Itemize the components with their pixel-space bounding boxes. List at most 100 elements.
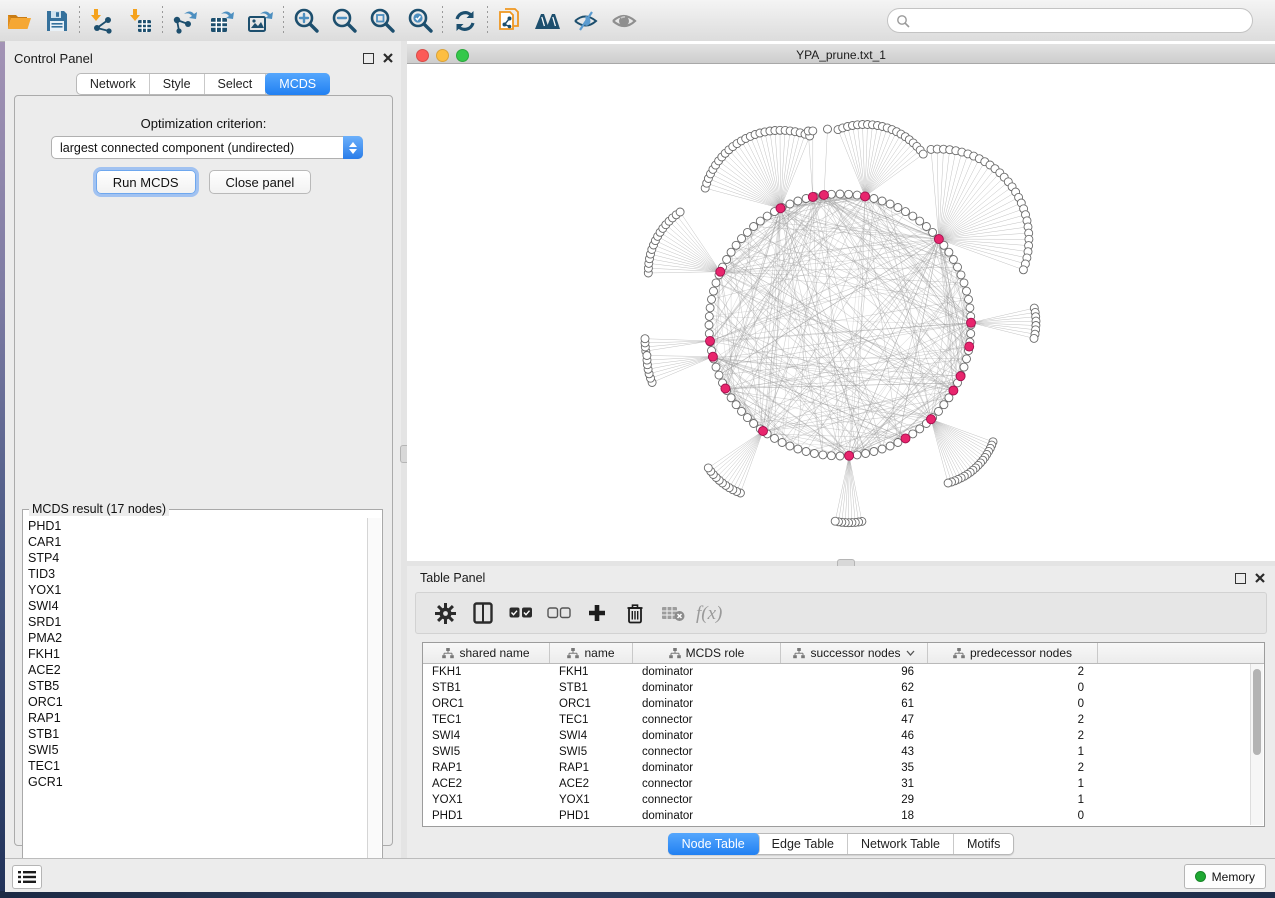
open-folder-icon xyxy=(6,9,33,33)
mcds-result-item[interactable]: ACE2 xyxy=(24,662,368,678)
column-header-shared-name[interactable]: shared name xyxy=(423,643,550,663)
select-all-button[interactable] xyxy=(504,596,538,630)
deselect-all-button[interactable] xyxy=(542,596,576,630)
memory-button[interactable]: Memory xyxy=(1184,864,1266,889)
table-row-ACE2[interactable]: ACE2ACE2connector311 xyxy=(423,776,1264,792)
table-settings-button[interactable] xyxy=(428,596,462,630)
save-session-button[interactable] xyxy=(38,4,76,38)
mcds-result-item[interactable]: ORC1 xyxy=(24,694,368,710)
import-network-button[interactable] xyxy=(83,4,121,38)
mcds-result-item[interactable]: CAR1 xyxy=(24,534,368,550)
export-network-button[interactable] xyxy=(166,4,204,38)
cell: connector xyxy=(633,776,781,792)
tab-network-table[interactable]: Network Table xyxy=(848,834,954,854)
memory-status-icon xyxy=(1195,871,1206,882)
zoom-out-button[interactable] xyxy=(325,4,363,38)
find-button[interactable] xyxy=(529,4,567,38)
scrollbar-thumb[interactable] xyxy=(1253,669,1261,755)
zoom-in-button[interactable] xyxy=(287,4,325,38)
mcds-result-item[interactable]: TID3 xyxy=(24,566,368,582)
float-panel-icon[interactable] xyxy=(363,53,374,64)
add-column-button[interactable] xyxy=(580,596,614,630)
zoom-selected-button[interactable] xyxy=(401,4,439,38)
tab-edge-table[interactable]: Edge Table xyxy=(759,834,848,854)
mcds-result-item[interactable]: GCR1 xyxy=(24,774,368,790)
cell: 2 xyxy=(928,664,1098,680)
table-delete-icon xyxy=(661,605,685,622)
open-file-button[interactable] xyxy=(0,4,38,38)
cell: FKH1 xyxy=(423,664,550,680)
table-row-TEC1[interactable]: TEC1TEC1connector472 xyxy=(423,712,1264,728)
mcds-result-scrollbar[interactable] xyxy=(367,518,381,879)
table-row-YOX1[interactable]: YOX1YOX1connector291 xyxy=(423,792,1264,808)
table-row-SWI4[interactable]: SWI4SWI4dominator462 xyxy=(423,728,1264,744)
column-header-predecessor-nodes[interactable]: predecessor nodes xyxy=(928,643,1098,663)
cell: PHD1 xyxy=(550,808,633,824)
column-header-name[interactable]: name xyxy=(550,643,633,663)
mcds-result-item[interactable]: SRD1 xyxy=(24,614,368,630)
float-panel-icon[interactable] xyxy=(1235,573,1246,584)
hide-panels-button[interactable] xyxy=(567,4,605,38)
table-row-SWI5[interactable]: SWI5SWI5connector431 xyxy=(423,744,1264,760)
export-table-button[interactable] xyxy=(204,4,242,38)
zoom-fit-button[interactable] xyxy=(363,4,401,38)
tab-node-table[interactable]: Node Table xyxy=(668,833,760,855)
mcds-result-item[interactable]: STB5 xyxy=(24,678,368,694)
table-row-PHD1[interactable]: PHD1PHD1dominator180 xyxy=(423,808,1264,824)
close-panel-icon[interactable] xyxy=(1255,573,1265,583)
floppy-disk-icon xyxy=(45,9,69,33)
close-panel-button[interactable]: Close panel xyxy=(209,170,312,194)
tab-network[interactable]: Network xyxy=(77,74,150,94)
table-scrollbar[interactable] xyxy=(1250,664,1263,825)
table-row-ORC1[interactable]: ORC1ORC1dominator610 xyxy=(423,696,1264,712)
cell: STB1 xyxy=(550,680,633,696)
tab-select[interactable]: Select xyxy=(205,74,267,94)
network-window-titlebar[interactable]: YPA_prune.txt_1 xyxy=(407,44,1275,64)
task-history-button[interactable] xyxy=(12,865,42,889)
table-row-FKH1[interactable]: FKH1FKH1dominator962 xyxy=(423,664,1264,680)
column-label: successor nodes xyxy=(810,646,900,660)
tab-style[interactable]: Style xyxy=(150,74,205,94)
toolbar-separator xyxy=(162,6,163,36)
svg-text:f(x): f(x) xyxy=(696,603,722,624)
mcds-result-item[interactable]: YOX1 xyxy=(24,582,368,598)
cell: 35 xyxy=(781,760,928,776)
toggle-columns-button[interactable] xyxy=(466,596,500,630)
mcds-result-item[interactable]: SWI4 xyxy=(24,598,368,614)
mcds-result-item[interactable]: FKH1 xyxy=(24,646,368,662)
tab-motifs[interactable]: Motifs xyxy=(954,834,1013,854)
delete-column-button[interactable] xyxy=(618,596,652,630)
cell: connector xyxy=(633,744,781,760)
mcds-result-item[interactable]: PHD1 xyxy=(24,518,368,534)
tab-mcds[interactable]: MCDS xyxy=(265,73,330,95)
table-row-STB1[interactable]: STB1STB1dominator620 xyxy=(423,680,1264,696)
export-table-icon xyxy=(209,8,237,34)
close-panel-icon[interactable] xyxy=(383,53,393,63)
import-table-button[interactable] xyxy=(121,4,159,38)
mcds-result-item[interactable]: STB1 xyxy=(24,726,368,742)
function-builder-button[interactable]: f(x) xyxy=(694,596,728,630)
optimization-criterion-select[interactable]: largest connected component (undirected) xyxy=(51,136,363,159)
mcds-result-item[interactable]: TEC1 xyxy=(24,758,368,774)
table-row-RAP1[interactable]: RAP1RAP1dominator352 xyxy=(423,760,1264,776)
mcds-result-item[interactable]: RAP1 xyxy=(24,710,368,726)
run-mcds-button[interactable]: Run MCDS xyxy=(96,170,196,194)
column-header-successor-nodes[interactable]: successor nodes xyxy=(781,643,928,663)
mcds-result-item[interactable]: SWI5 xyxy=(24,742,368,758)
export-image-button[interactable] xyxy=(242,4,280,38)
mcds-result-item[interactable]: PMA2 xyxy=(24,630,368,646)
mcds-result-item[interactable]: STP4 xyxy=(24,550,368,566)
column-label: MCDS role xyxy=(686,646,745,660)
cell: 46 xyxy=(781,728,928,744)
network-canvas[interactable] xyxy=(407,64,1275,561)
cell: 2 xyxy=(928,712,1098,728)
column-header-MCDS-role[interactable]: MCDS role xyxy=(633,643,781,663)
delete-table-button[interactable] xyxy=(656,596,690,630)
refresh-button[interactable] xyxy=(446,4,484,38)
zoom-fit-icon xyxy=(369,7,396,34)
mcds-result-list[interactable]: PHD1CAR1STP4TID3YOX1SWI4SRD1PMA2FKH1ACE2… xyxy=(24,518,368,879)
search-input[interactable] xyxy=(887,8,1253,33)
show-panels-button[interactable] xyxy=(605,4,643,38)
cell: dominator xyxy=(633,696,781,712)
clone-network-button[interactable] xyxy=(491,4,529,38)
